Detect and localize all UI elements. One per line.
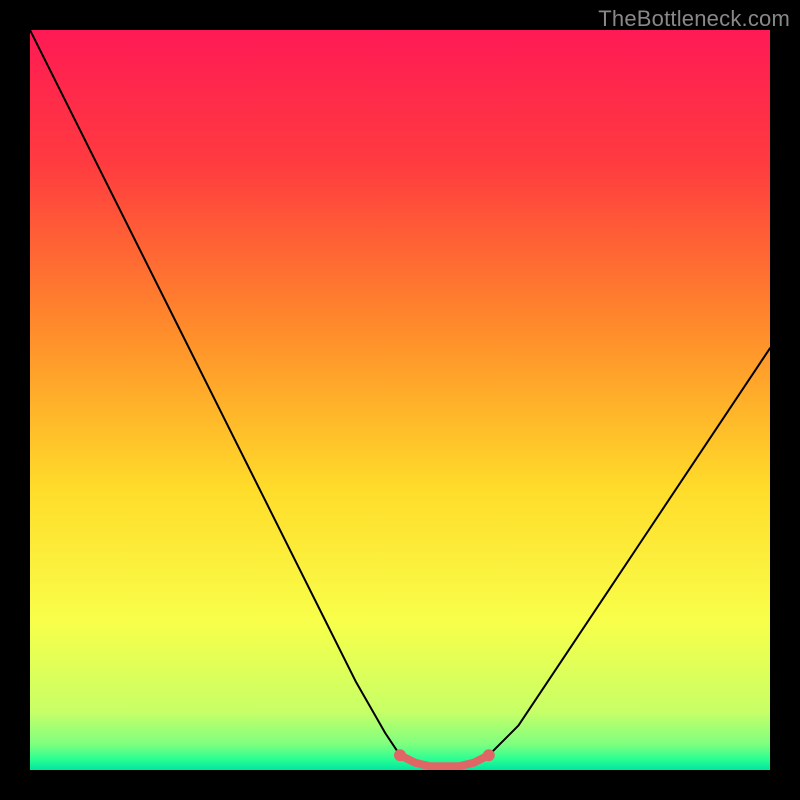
- plot-area: [30, 30, 770, 770]
- marker-left-dot: [394, 749, 406, 761]
- marker-right-dot: [483, 749, 495, 761]
- chart-frame: TheBottleneck.com: [0, 0, 800, 800]
- watermark-text: TheBottleneck.com: [598, 6, 790, 32]
- chart-svg: [30, 30, 770, 770]
- gradient-background: [30, 30, 770, 770]
